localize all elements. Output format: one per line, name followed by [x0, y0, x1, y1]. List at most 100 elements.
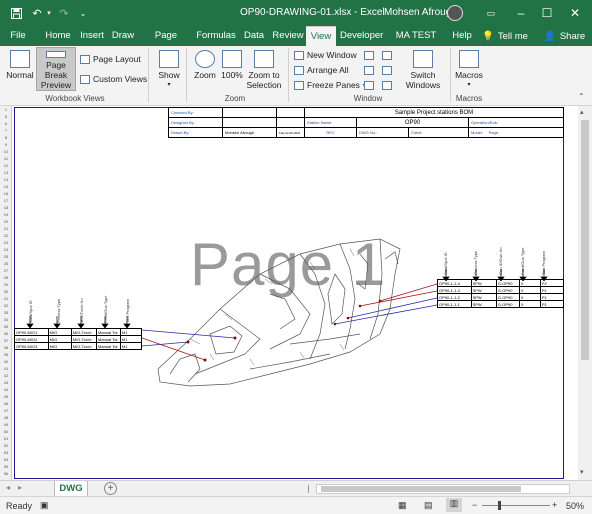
row-number[interactable]: 8 [0, 135, 12, 140]
macros-button[interactable]: Macros ▾ [454, 50, 484, 90]
row-number[interactable]: 39 [0, 352, 12, 357]
row-number[interactable]: 11 [0, 156, 12, 161]
row-number[interactable]: 44 [0, 387, 12, 392]
next-sheet-icon[interactable]: ▸ [18, 483, 22, 492]
freeze-panes-button[interactable]: Freeze Panes ▾ [294, 80, 366, 90]
row-number[interactable]: 32 [0, 303, 12, 308]
row-number[interactable]: 42 [0, 373, 12, 378]
row-number[interactable]: 56 [0, 471, 12, 476]
tab-splitter[interactable] [308, 485, 309, 493]
undo-dropdown-icon[interactable]: ▾ [44, 0, 54, 26]
row-number[interactable]: 22 [0, 233, 12, 238]
close-icon[interactable]: ✕ [560, 0, 590, 26]
row-number[interactable]: 10 [0, 149, 12, 154]
user-name[interactable]: Mohsen Afrough [384, 7, 457, 18]
hide-button[interactable] [364, 66, 374, 75]
row-number[interactable]: 5 [0, 114, 12, 119]
row-number[interactable]: 55 [0, 464, 12, 469]
tab-formulas[interactable]: Formulas [196, 26, 236, 46]
scroll-down-icon[interactable]: ▾ [580, 468, 584, 476]
row-number[interactable]: 23 [0, 240, 12, 245]
arrange-all-button[interactable]: Arrange All [294, 65, 349, 75]
row-number[interactable]: 37 [0, 338, 12, 343]
normal-view-button[interactable]: Normal [4, 50, 36, 80]
row-number[interactable]: 24 [0, 247, 12, 252]
tab-ma-test[interactable]: MA TEST TAB [388, 26, 444, 61]
row-number[interactable]: 21 [0, 226, 12, 231]
sheet-tab-dwg[interactable]: DWG [54, 481, 88, 497]
horizontal-scroll-thumb[interactable] [321, 486, 521, 492]
tab-view[interactable]: View [306, 26, 336, 46]
vertical-scroll-thumb[interactable] [581, 120, 589, 360]
row-number[interactable]: 27 [0, 268, 12, 273]
row-number[interactable]: 46 [0, 401, 12, 406]
page-layout-status-icon[interactable]: ▤ [424, 500, 433, 511]
row-number[interactable]: 15 [0, 184, 12, 189]
tab-page-layout[interactable]: Page Layout [142, 26, 190, 61]
tell-me-box[interactable]: 💡 Tell me [482, 26, 528, 46]
redo-icon[interactable]: ↷ [58, 0, 70, 26]
row-number[interactable]: 53 [0, 450, 12, 455]
zoom-level[interactable]: 50% [566, 501, 584, 511]
row-number[interactable]: 18 [0, 205, 12, 210]
zoom-slider-thumb[interactable] [498, 501, 501, 510]
tab-home[interactable]: Home [44, 26, 72, 46]
page-layout-view-button[interactable]: Page Layout [80, 54, 141, 64]
collapse-ribbon-icon[interactable]: ⌃ [578, 92, 585, 101]
row-number[interactable]: 25 [0, 254, 12, 259]
row-number[interactable]: 26 [0, 261, 12, 266]
reset-position-button[interactable] [382, 81, 392, 90]
row-number[interactable]: 14 [0, 177, 12, 182]
row-number[interactable]: 28 [0, 275, 12, 280]
show-button[interactable]: Show ▾ [156, 50, 182, 90]
normal-view-status-icon[interactable]: ▦ [398, 500, 407, 511]
row-number[interactable]: 45 [0, 394, 12, 399]
row-number[interactable]: 50 [0, 429, 12, 434]
row-number[interactable]: 36 [0, 331, 12, 336]
row-number[interactable]: 12 [0, 163, 12, 168]
row-number[interactable]: 17 [0, 198, 12, 203]
row-number[interactable]: 29 [0, 282, 12, 287]
row-number[interactable]: 47 [0, 408, 12, 413]
zoom-button[interactable]: Zoom [192, 50, 218, 80]
split-button[interactable] [364, 51, 374, 60]
unhide-button[interactable] [364, 81, 374, 90]
row-number[interactable]: 6 [0, 121, 12, 126]
maximize-icon[interactable]: ☐ [532, 0, 562, 26]
zoom-out-icon[interactable]: − [472, 500, 477, 510]
row-number[interactable]: 9 [0, 142, 12, 147]
accessibility-icon[interactable]: ▣ [40, 500, 49, 511]
new-window-button[interactable]: New Window [294, 50, 357, 60]
tab-insert[interactable]: Insert [78, 26, 106, 46]
row-number[interactable]: 43 [0, 380, 12, 385]
share-button[interactable]: 👤 Share [544, 26, 585, 46]
zoom-to-selection-button[interactable]: Zoom to Selection [244, 50, 284, 90]
page-break-status-icon[interactable]: ▥ [446, 498, 462, 512]
worksheet-area[interactable]: 1 5 6 7 8 9 10 11 12 13 14 15 16 17 18 19 20 21 22 23 24 25 26… [0, 106, 592, 480]
view-side-by-side-button[interactable] [382, 51, 392, 60]
row-number[interactable]: 40 [0, 359, 12, 364]
row-number[interactable]: 19 [0, 212, 12, 217]
sync-scroll-button[interactable] [382, 66, 392, 75]
custom-views-button[interactable]: Custom Views [80, 74, 147, 84]
row-number[interactable]: 52 [0, 443, 12, 448]
vertical-scrollbar[interactable]: ▴ ▾ [578, 106, 592, 480]
row-number[interactable]: 13 [0, 170, 12, 175]
row-number[interactable]: 34 [0, 317, 12, 322]
page-break-preview-button[interactable]: Page Break Preview [36, 47, 76, 91]
row-number[interactable]: 31 [0, 296, 12, 301]
avatar[interactable] [447, 5, 463, 21]
row-number[interactable]: 38 [0, 345, 12, 350]
row-number[interactable]: 49 [0, 422, 12, 427]
row-number[interactable]: 48 [0, 415, 12, 420]
row-number[interactable]: 16 [0, 191, 12, 196]
tab-review[interactable]: Review [272, 26, 304, 46]
horizontal-scrollbar[interactable] [316, 484, 570, 494]
row-number[interactable]: 51 [0, 436, 12, 441]
row-number[interactable]: 30 [0, 289, 12, 294]
row-number[interactable]: 1 [0, 107, 12, 112]
zoom-100-button[interactable]: 100% [220, 50, 244, 80]
row-number[interactable]: 33 [0, 310, 12, 315]
tab-developer[interactable]: Developer [340, 26, 383, 46]
tab-draw[interactable]: Draw [110, 26, 136, 46]
